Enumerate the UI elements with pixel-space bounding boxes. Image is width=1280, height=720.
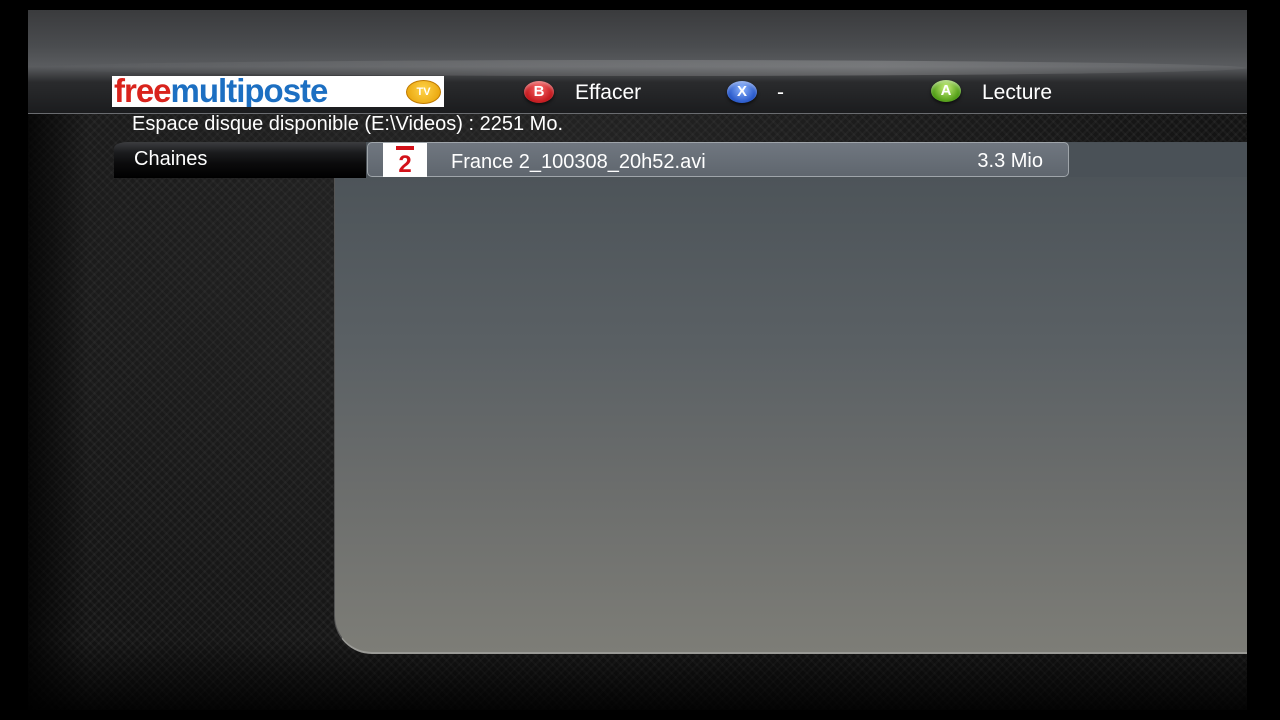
background-shadow-left <box>28 10 88 710</box>
a-button-icon[interactable]: A <box>931 80 961 102</box>
france2-logo-graphic: 2 <box>383 143 427 177</box>
play-action-label[interactable]: Lecture <box>982 81 1052 105</box>
france2-logo-icon: 2 <box>383 143 427 177</box>
logo-tv-badge: TV <box>406 80 441 104</box>
disk-space-info: Espace disque disponible (E:\Videos) : 2… <box>132 113 564 135</box>
media-center-screen: freemultiposte TV B Effacer X - A Lectur… <box>0 0 1280 720</box>
delete-action-label[interactable]: Effacer <box>575 81 641 105</box>
x-action-label[interactable]: - <box>777 81 784 105</box>
file-list-pane <box>334 177 1247 654</box>
logo-text: freemultiposte <box>114 76 329 107</box>
sidebar-item-chaines[interactable]: Chaines <box>114 142 366 178</box>
freemultiposte-logo: freemultiposte <box>112 76 444 107</box>
x-button-icon[interactable]: X <box>727 81 757 103</box>
file-list-item[interactable]: 2 France 2_100308_20h52.avi 3.3 Mio <box>367 142 1069 177</box>
file-name: France 2_100308_20h52.avi <box>451 151 706 173</box>
b-button-icon[interactable]: B <box>524 81 554 103</box>
file-size: 3.3 Mio <box>977 150 1043 172</box>
sidebar-item-label: Chaines <box>134 148 208 170</box>
channel-number: 2 <box>398 151 411 177</box>
logo-text-blue: multiposte <box>170 76 329 107</box>
logo-text-red: free <box>114 76 172 107</box>
header-sheen <box>28 60 1247 76</box>
